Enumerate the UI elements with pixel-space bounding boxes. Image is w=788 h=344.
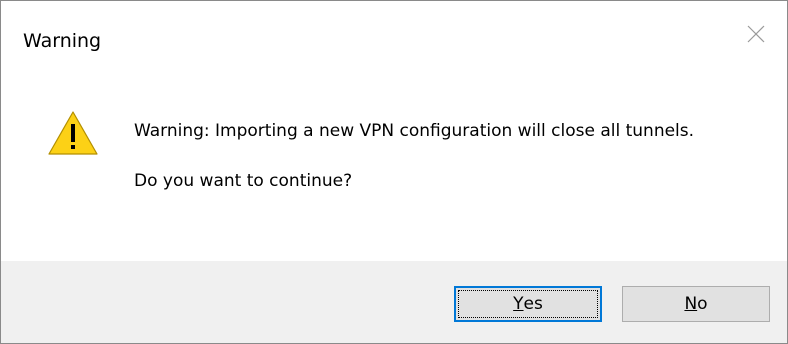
yes-label: es bbox=[523, 294, 543, 314]
continue-question: Do you want to continue? bbox=[134, 171, 353, 191]
no-mnemonic: N bbox=[684, 294, 698, 314]
dialog-title: Warning bbox=[23, 30, 102, 52]
close-button[interactable] bbox=[725, 1, 787, 71]
no-label: o bbox=[697, 294, 708, 314]
title-bar[interactable]: Warning bbox=[1, 1, 787, 79]
no-button[interactable]: No bbox=[622, 286, 770, 322]
yes-button[interactable]: Yes bbox=[454, 286, 602, 322]
warning-dialog: Warning Warning: Importing a new VPN con… bbox=[0, 0, 788, 344]
button-bar: Yes No bbox=[1, 261, 787, 343]
warning-triangle-icon bbox=[47, 110, 99, 156]
dialog-content: Warning: Importing a new VPN configurati… bbox=[1, 79, 787, 261]
close-icon bbox=[746, 24, 766, 48]
yes-mnemonic: Y bbox=[513, 294, 524, 314]
warning-message: Warning: Importing a new VPN configurati… bbox=[134, 121, 695, 141]
dialog-message: Warning: Importing a new VPN configurati… bbox=[134, 119, 754, 193]
